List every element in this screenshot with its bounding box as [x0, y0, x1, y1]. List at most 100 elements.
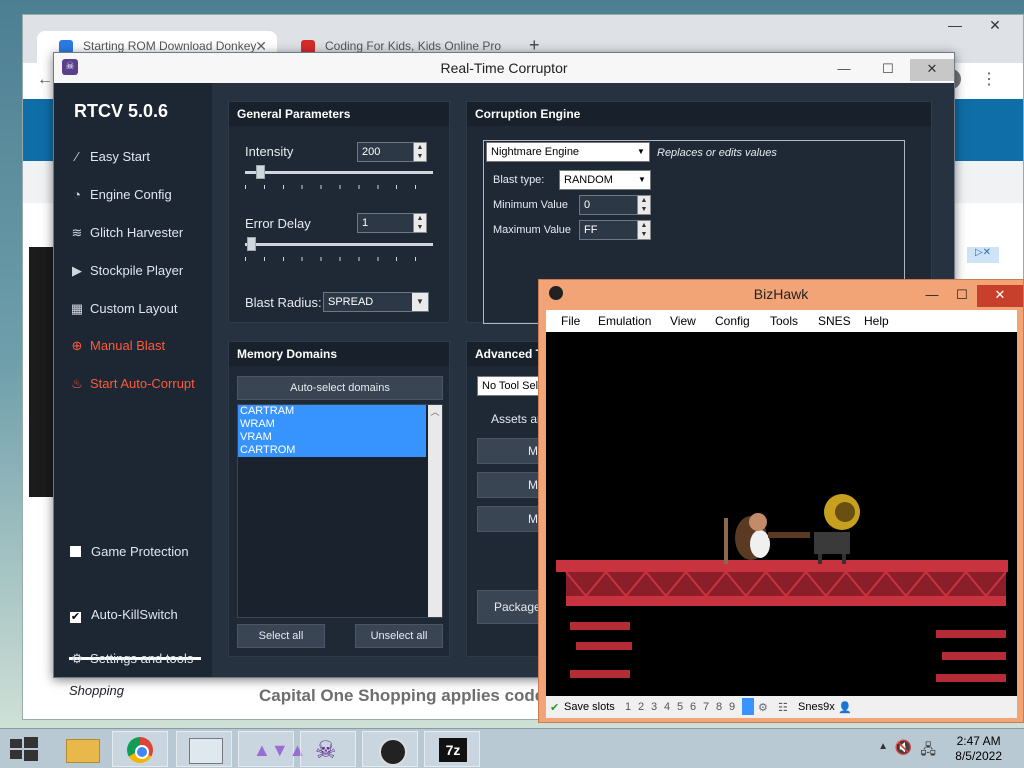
spin-up-icon[interactable]: ▲ [414, 143, 426, 152]
windows-start-icon[interactable] [10, 737, 38, 761]
menu-view[interactable]: View [670, 314, 696, 328]
rtcv-triangles-icon[interactable]: ▲▼▲ [238, 731, 306, 767]
back-arrow-icon[interactable]: ← [37, 71, 53, 89]
spin-up-icon[interactable]: ▲ [414, 214, 426, 223]
intensity-spinner[interactable]: ▲ ▼ [413, 142, 427, 162]
close-icon[interactable]: ✕ [977, 285, 1023, 307]
minimize-icon[interactable]: — [935, 17, 975, 33]
list-item[interactable]: CARTRAM [238, 405, 426, 418]
menu-tools[interactable]: Tools [770, 314, 798, 328]
page-dark-banner [29, 247, 53, 497]
blast-type-value: RANDOM [564, 174, 613, 186]
promo-text: Capital One Shopping applies code [259, 686, 545, 705]
blast-type-select[interactable]: RANDOM ▼ [559, 170, 651, 190]
tab-title: Coding For Kids, Kids Online Pro [325, 39, 502, 53]
intensity-slider-track[interactable] [245, 171, 433, 174]
spin-down-icon[interactable]: ▼ [414, 152, 426, 161]
save-slot-4[interactable]: 4 [664, 701, 670, 713]
bizhawk-icon[interactable] [362, 731, 418, 767]
engine-select[interactable]: Nightmare Engine ▼ [486, 142, 650, 162]
save-slot-1[interactable]: 1 [625, 701, 631, 713]
unselect-all-button[interactable]: Unselect all [355, 624, 443, 648]
scroll-up-icon[interactable]: ︿ [428, 405, 442, 418]
ad-close-icon[interactable]: ▷✕ [967, 247, 999, 263]
auto-killswitch-checkbox[interactable]: ✔ Auto-KillSwitch [70, 603, 178, 627]
save-slot-8[interactable]: 8 [716, 701, 722, 713]
sidebar-item-easy-start[interactable]: ⁄ Easy Start [68, 145, 150, 169]
menu-kebab-icon[interactable]: ⋮ [981, 69, 997, 89]
save-slot-2[interactable]: 2 [638, 701, 644, 713]
auto-select-domains-button[interactable]: Auto-select domains [237, 376, 443, 400]
sidebar-item-label: Stockpile Player [90, 263, 184, 278]
volume-muted-icon[interactable]: 🔇 [895, 739, 912, 756]
close-icon[interactable]: ✕ [910, 59, 954, 81]
list-scrollbar[interactable]: ︿ [428, 405, 442, 617]
spin-down-icon[interactable]: ▼ [638, 205, 650, 214]
error-delay-value: 1 [362, 217, 369, 229]
list-item[interactable]: CARTROM [238, 444, 426, 457]
emulator-core-icon: ☷ [778, 702, 788, 714]
error-delay-input[interactable]: 1 ▲ ▼ [357, 213, 427, 233]
intensity-slider-thumb[interactable] [256, 165, 265, 179]
maximize-icon[interactable]: ☐ [866, 59, 910, 81]
list-item[interactable]: WRAM [238, 418, 426, 431]
save-slot-5[interactable]: 5 [677, 701, 683, 713]
intensity-input[interactable]: 200 ▲ ▼ [357, 142, 427, 162]
chrome-icon[interactable] [112, 731, 168, 767]
minimum-value-spinner[interactable]: ▲ ▼ [637, 195, 651, 215]
spin-up-icon[interactable]: ▲ [638, 196, 650, 205]
menu-file[interactable]: File [561, 314, 580, 328]
sidebar-item-custom-layout[interactable]: ▦ Custom Layout [68, 297, 178, 321]
7zip-icon[interactable]: 7z [424, 731, 480, 767]
close-icon[interactable]: ✕ [975, 17, 1015, 34]
save-slot-0-selected[interactable] [742, 698, 754, 715]
sidebar-item-manual-blast[interactable]: ⊕ Manual Blast [68, 334, 166, 358]
save-slot-3[interactable]: 3 [651, 701, 657, 713]
error-delay-slider-track[interactable] [245, 243, 433, 246]
save-slot-9[interactable]: 9 [729, 701, 735, 713]
error-delay-slider-thumb[interactable] [247, 237, 256, 251]
maximum-value-spinner[interactable]: ▲ ▼ [637, 220, 651, 240]
minimize-icon[interactable]: — [822, 59, 866, 81]
spin-down-icon[interactable]: ▼ [414, 223, 426, 232]
file-explorer-icon[interactable] [54, 731, 110, 767]
settings-and-tools-button[interactable]: ⚙ Settings and tools [68, 647, 193, 671]
emulator-screen[interactable] [546, 332, 1017, 696]
spin-down-icon[interactable]: ▼ [638, 230, 650, 239]
network-icon[interactable]: 🖧 [920, 739, 936, 763]
rtcv-skull-icon[interactable]: ☠ [300, 731, 356, 767]
checkbox-box[interactable] [70, 546, 81, 557]
sidebar-item-engine-config[interactable]: ◔ Engine Config [68, 183, 172, 207]
menu-emulation[interactable]: Emulation [598, 314, 651, 328]
select-all-button[interactable]: Select all [237, 624, 325, 648]
menu-config[interactable]: Config [715, 314, 750, 328]
list-item[interactable]: VRAM [238, 431, 426, 444]
intensity-slider-ticks [245, 185, 433, 189]
minimize-icon[interactable]: — [917, 285, 947, 307]
task-manager-icon[interactable] [176, 731, 232, 767]
layers-icon: ≋ [71, 225, 83, 240]
tray-chevron-up-icon[interactable]: ▲ [878, 741, 888, 752]
save-slot-7[interactable]: 7 [703, 701, 709, 713]
sidebar-item-start-auto-corrupt[interactable]: ♨ Start Auto-Corrupt [68, 372, 195, 396]
menu-snes[interactable]: SNES [818, 314, 851, 328]
minimum-value-input[interactable]: 0 ▲ ▼ [579, 195, 651, 215]
blast-radius-select[interactable]: SPREAD ▼ [323, 292, 429, 312]
spin-up-icon[interactable]: ▲ [638, 221, 650, 230]
checkmark-icon[interactable]: ✔ [70, 612, 81, 623]
minimum-value-label: Minimum Value [493, 199, 568, 211]
save-slot-6[interactable]: 6 [690, 701, 696, 713]
sidebar-item-glitch-harvester[interactable]: ≋ Glitch Harvester [68, 221, 184, 245]
sidebar-item-stockpile-player[interactable]: ▶ Stockpile Player [68, 259, 183, 283]
game-protection-checkbox[interactable]: Game Protection [70, 540, 189, 564]
taskbar-clock[interactable]: 2:47 AM 8/5/2022 [955, 734, 1002, 764]
error-delay-slider-ticks [245, 257, 433, 261]
blast-type-label: Blast type: [493, 174, 545, 186]
crosshair-icon: ⊕ [71, 338, 83, 353]
error-delay-spinner[interactable]: ▲ ▼ [413, 213, 427, 233]
maximize-icon[interactable]: ☐ [947, 285, 977, 307]
menu-help[interactable]: Help [864, 314, 889, 328]
memory-domains-list[interactable]: CARTRAM WRAM VRAM CARTROM ︿ [237, 404, 443, 618]
shopping-link[interactable]: Shopping [69, 683, 124, 698]
maximum-value-input[interactable]: FF ▲ ▼ [579, 220, 651, 240]
